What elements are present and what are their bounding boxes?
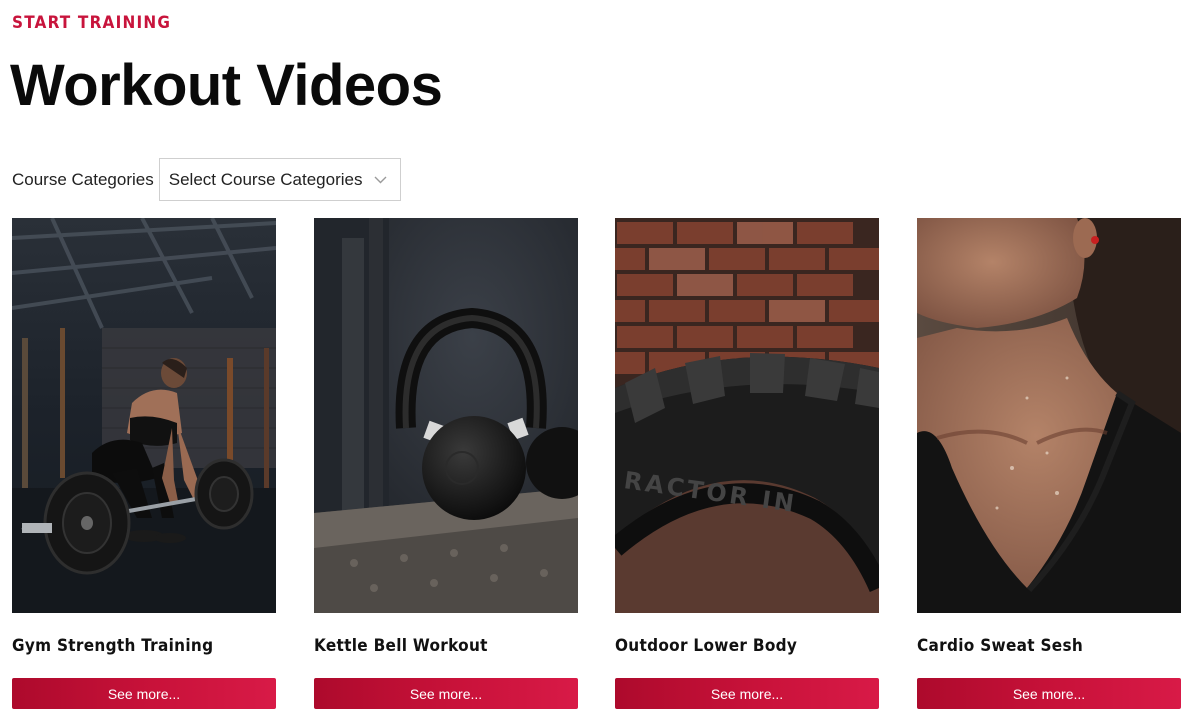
select-value: Select Course Categories — [168, 169, 363, 189]
cardio-athlete-image — [917, 218, 1181, 613]
course-categories-select[interactable]: Select Course Categories — [158, 158, 401, 201]
tractor-tire-image: RACTOR IN — [615, 218, 879, 613]
card-title: Cardio Sweat Sesh — [917, 636, 1084, 656]
video-thumbnail-kettle-bell[interactable] — [314, 218, 578, 613]
video-card-gym-strength: Gym Strength Training See more... — [12, 218, 276, 709]
card-title: Kettle Bell Workout — [314, 636, 488, 656]
see-more-button[interactable]: See more... — [917, 678, 1181, 709]
see-more-button[interactable]: See more... — [615, 678, 879, 709]
video-thumbnail-cardio-sweat[interactable] — [917, 218, 1181, 613]
see-more-button[interactable]: See more... — [12, 678, 276, 709]
section-eyebrow: START TRAINING — [12, 13, 172, 33]
filter-label: Course Categories — [12, 169, 154, 189]
video-grid: Gym Strength Training See more... Kettle… — [12, 218, 1182, 718]
category-filter: Course Categories Select Course Categori… — [12, 158, 401, 201]
page-title: Workout Videos — [10, 53, 443, 118]
card-title: Outdoor Lower Body — [615, 636, 798, 656]
video-thumbnail-gym-strength[interactable] — [12, 218, 276, 613]
video-card-kettle-bell: Kettle Bell Workout See more... — [314, 218, 578, 709]
card-title: Gym Strength Training — [12, 636, 214, 656]
video-card-outdoor-lower-body: RACTOR IN Outdoor Lower Body See more... — [615, 218, 879, 709]
kettlebell-image — [314, 218, 578, 613]
see-more-button[interactable]: See more... — [314, 678, 578, 709]
chevron-down-icon — [374, 173, 388, 187]
video-card-cardio-sweat: Cardio Sweat Sesh See more... — [917, 218, 1181, 709]
video-thumbnail-outdoor-lower-body[interactable]: RACTOR IN — [615, 218, 879, 613]
gym-deadlift-image — [12, 218, 276, 613]
